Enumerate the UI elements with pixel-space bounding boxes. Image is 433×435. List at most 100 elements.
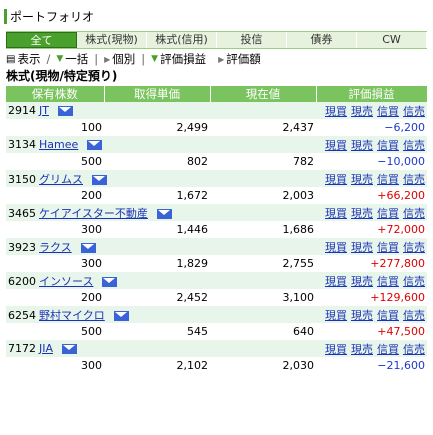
- stock-data-row: 300 2,102 2,030 −21,600: [6, 357, 427, 374]
- cash-buy-link[interactable]: 現買: [325, 105, 347, 118]
- separator: |: [94, 52, 99, 66]
- cash-buy-link[interactable]: 現買: [325, 309, 347, 322]
- tab-funds[interactable]: 投信: [217, 32, 287, 48]
- cash-sell-link[interactable]: 現売: [351, 309, 373, 322]
- pnl-value: −10,000: [316, 153, 427, 170]
- cash-buy-link[interactable]: 現買: [325, 173, 347, 186]
- price-value: 1,686: [210, 221, 316, 238]
- mail-icon[interactable]: [80, 242, 96, 253]
- margin-buy-link[interactable]: 信買: [377, 309, 399, 322]
- cash-sell-link[interactable]: 現売: [351, 207, 373, 220]
- empty-cell: [210, 102, 316, 119]
- individual-view-option[interactable]: 個別: [112, 51, 135, 67]
- stock-name-link[interactable]: JT: [39, 104, 49, 117]
- stock-name-row: 3150 グリムス 現買 現売 信買 信売: [6, 170, 427, 187]
- trade-links-cell: 現買 現売 信買 信売: [316, 238, 427, 255]
- stock-code: 3134: [8, 138, 36, 151]
- stock-identity-cell: 3923 ラクス: [6, 238, 210, 255]
- cash-buy-link[interactable]: 現買: [325, 139, 347, 152]
- header-price: 現在値: [210, 86, 317, 102]
- pnl-value: −21,600: [316, 357, 427, 374]
- margin-buy-link[interactable]: 信買: [377, 343, 399, 356]
- cash-sell-link[interactable]: 現売: [351, 343, 373, 356]
- stock-code: 6200: [8, 274, 36, 288]
- empty-cell: [210, 340, 316, 357]
- mail-icon[interactable]: [62, 344, 78, 354]
- title-accent-bar: [4, 8, 7, 24]
- stock-identity-cell: 7172 JIA: [6, 340, 210, 357]
- cash-buy-link[interactable]: 現買: [325, 343, 347, 356]
- trade-links-cell: 現買 現売 信買 信売: [316, 306, 427, 323]
- stock-name-link[interactable]: JIA: [39, 342, 53, 355]
- section-title: 株式(現物/特定預り): [6, 69, 118, 83]
- stock-data-row: 100 2,499 2,437 −6,200: [6, 119, 427, 136]
- stock-code: 7172: [8, 342, 36, 355]
- trade-links-cell: 現買 現売 信買 信売: [316, 204, 427, 221]
- stock-name-link[interactable]: グリムス: [39, 173, 83, 186]
- mail-icon[interactable]: [113, 310, 129, 321]
- stock-identity-cell: 3465 ケイアイスター不動産: [6, 204, 210, 221]
- stock-code: 6254: [8, 308, 36, 322]
- tab-stock-cash[interactable]: 株式(現物): [77, 32, 147, 48]
- margin-buy-link[interactable]: 信買: [377, 275, 399, 288]
- margin-sell-link[interactable]: 信売: [403, 343, 425, 356]
- cash-sell-link[interactable]: 現売: [351, 275, 373, 288]
- eval-pnl-option[interactable]: 評価損益: [160, 51, 206, 67]
- stock-name-link[interactable]: ケイアイスター不動産: [39, 207, 148, 220]
- mail-icon[interactable]: [102, 276, 118, 287]
- list-icon: ▤: [6, 53, 16, 65]
- tab-cw[interactable]: CW: [357, 32, 427, 48]
- margin-sell-link[interactable]: 信売: [403, 105, 425, 118]
- tab-stock-margin[interactable]: 株式(信用): [147, 32, 217, 48]
- margin-buy-link[interactable]: 信買: [377, 173, 399, 186]
- cost-value: 545: [104, 323, 210, 340]
- bulk-view-option[interactable]: 一括: [65, 51, 88, 67]
- mail-icon[interactable]: [156, 208, 172, 219]
- margin-sell-link[interactable]: 信売: [403, 173, 425, 186]
- stock-name-link[interactable]: インソース: [39, 275, 93, 288]
- cash-sell-link[interactable]: 現売: [351, 105, 373, 118]
- cash-buy-link[interactable]: 現買: [325, 207, 347, 220]
- price-value: 2,437: [210, 119, 316, 136]
- stock-name-link[interactable]: 野村マイクロ: [39, 309, 105, 322]
- trade-links-cell: 現買 現売 信買 信売: [316, 102, 427, 119]
- cash-buy-link[interactable]: 現買: [325, 241, 347, 254]
- quantity-value: 300: [6, 255, 104, 272]
- holdings-table: 保有株数 取得単価 現在値 評価損益 2914 JT 現買 現売 信買 信売 100 2,49…: [6, 86, 428, 374]
- price-value: 3,100: [210, 289, 316, 306]
- cash-buy-link[interactable]: 現買: [325, 275, 347, 288]
- margin-sell-link[interactable]: 信売: [403, 275, 425, 288]
- tab-bonds[interactable]: 債券: [287, 32, 357, 48]
- stock-identity-cell: 2914 JT: [6, 102, 210, 119]
- empty-cell: [210, 272, 316, 289]
- tab-all[interactable]: 全て: [6, 32, 77, 48]
- stock-name-link[interactable]: Hamee: [39, 138, 78, 151]
- pnl-value: +72,000: [316, 221, 427, 238]
- stock-identity-cell: 3150 グリムス: [6, 170, 210, 187]
- mail-icon[interactable]: [57, 106, 73, 116]
- margin-sell-link[interactable]: 信売: [403, 241, 425, 254]
- margin-buy-link[interactable]: 信買: [377, 139, 399, 152]
- cash-sell-link[interactable]: 現売: [351, 139, 373, 152]
- margin-sell-link[interactable]: 信売: [403, 207, 425, 220]
- margin-buy-link[interactable]: 信買: [377, 207, 399, 220]
- margin-sell-link[interactable]: 信売: [403, 139, 425, 152]
- stock-name-link[interactable]: ラクス: [39, 241, 72, 254]
- quantity-value: 300: [6, 357, 104, 374]
- stock-data-row: 500 802 782 −10,000: [6, 153, 427, 170]
- separator: /: [46, 52, 51, 66]
- margin-sell-link[interactable]: 信売: [403, 309, 425, 322]
- stock-code: 3465: [8, 206, 36, 220]
- cash-sell-link[interactable]: 現売: [351, 241, 373, 254]
- mail-icon[interactable]: [92, 174, 107, 185]
- quantity-value: 200: [6, 289, 104, 306]
- margin-buy-link[interactable]: 信買: [377, 105, 399, 118]
- stock-data-row: 200 1,672 2,003 +66,200: [6, 187, 427, 204]
- mail-icon[interactable]: [87, 140, 103, 150]
- margin-buy-link[interactable]: 信買: [377, 241, 399, 254]
- cost-value: 2,102: [104, 357, 210, 374]
- price-value: 782: [210, 153, 316, 170]
- eval-amount-option[interactable]: 評価額: [226, 51, 261, 67]
- cash-sell-link[interactable]: 現売: [351, 173, 373, 186]
- cost-value: 1,829: [104, 255, 210, 272]
